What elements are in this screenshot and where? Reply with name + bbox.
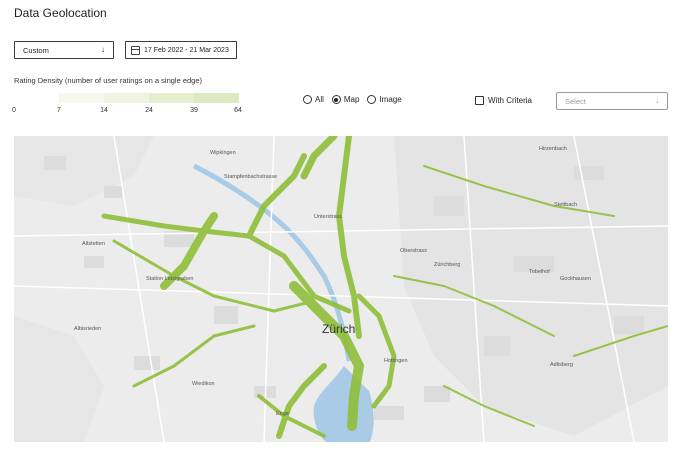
with-criteria-checkbox[interactable] <box>475 96 484 105</box>
criteria-select-placeholder: Select <box>565 96 586 106</box>
density-tick: 39 <box>190 107 198 114</box>
calendar-icon <box>131 45 140 55</box>
density-segment <box>194 93 239 103</box>
view-mode-group: All Map Image <box>303 95 402 104</box>
radio-all-label: All <box>315 95 324 104</box>
map-label: Albisrieden <box>74 326 102 332</box>
density-tick: 7 <box>57 107 61 114</box>
period-select-value: Custom <box>23 45 49 55</box>
map-label: Wiedikon <box>192 381 215 387</box>
density-segment <box>14 93 59 103</box>
period-select[interactable]: Custom ↓ <box>14 41 114 59</box>
density-ticks: 0 7 14 24 39 64 <box>0 107 260 119</box>
radio-all-dot[interactable] <box>303 95 312 104</box>
density-tick: 64 <box>234 107 242 114</box>
criteria-select[interactable]: Select ↓ <box>556 92 668 110</box>
map-label: Gockhausen <box>560 276 591 282</box>
map-label: Tobelhof <box>529 269 550 275</box>
map-label: Enge <box>276 411 289 417</box>
map-city-label: Zürich <box>322 322 356 336</box>
date-range-value: 17 Feb 2022 - 21 Mar 2023 <box>144 46 229 54</box>
density-tick: 24 <box>145 107 153 114</box>
map-label: Oberstrass <box>400 248 427 254</box>
density-legend-title: Rating Density (number of user ratings o… <box>14 76 203 85</box>
radio-all[interactable]: All <box>303 95 324 104</box>
map-label: Zürichberg <box>434 262 461 268</box>
radio-map-label: Map <box>343 95 360 104</box>
density-segment <box>149 93 194 103</box>
map-canvas[interactable] <box>14 136 668 442</box>
map-label: Station Letzigraben <box>146 276 194 282</box>
density-tick: 0 <box>12 107 16 114</box>
map-label: Hottingen <box>384 358 408 364</box>
map-label: Adlisberg <box>550 362 573 368</box>
map-label: Hirzenbach <box>539 146 567 152</box>
radio-image-dot[interactable] <box>367 95 377 104</box>
density-segment <box>104 93 149 103</box>
page-title: Data Geolocation <box>14 6 107 20</box>
radio-map[interactable]: Map <box>331 95 360 104</box>
map-label: Stettbach <box>554 202 578 208</box>
map-label: Stampfenbachstrasse <box>224 174 278 180</box>
density-segment <box>59 93 104 103</box>
map-label: Unterstrass <box>314 214 343 220</box>
radio-image-label: Image <box>379 95 402 104</box>
map-label: Wipkingen <box>210 150 236 156</box>
density-legend-bar <box>14 93 239 103</box>
density-tick: 14 <box>100 107 108 114</box>
radio-map-dot[interactable] <box>331 95 341 104</box>
with-criteria-label: With Criteria <box>488 96 533 105</box>
geolocation-map[interactable]: Zürich Wipkingen Unterstrass Stettbach Z… <box>14 136 668 442</box>
with-criteria-toggle[interactable]: With Criteria <box>475 96 532 105</box>
radio-image[interactable]: Image <box>367 95 402 104</box>
date-range-picker[interactable]: 17 Feb 2022 - 21 Mar 2023 <box>125 41 237 59</box>
chevron-down-icon: ↓ <box>655 96 659 105</box>
map-label: Altstetten <box>82 241 105 247</box>
chevron-down-icon: ↓ <box>101 45 105 54</box>
